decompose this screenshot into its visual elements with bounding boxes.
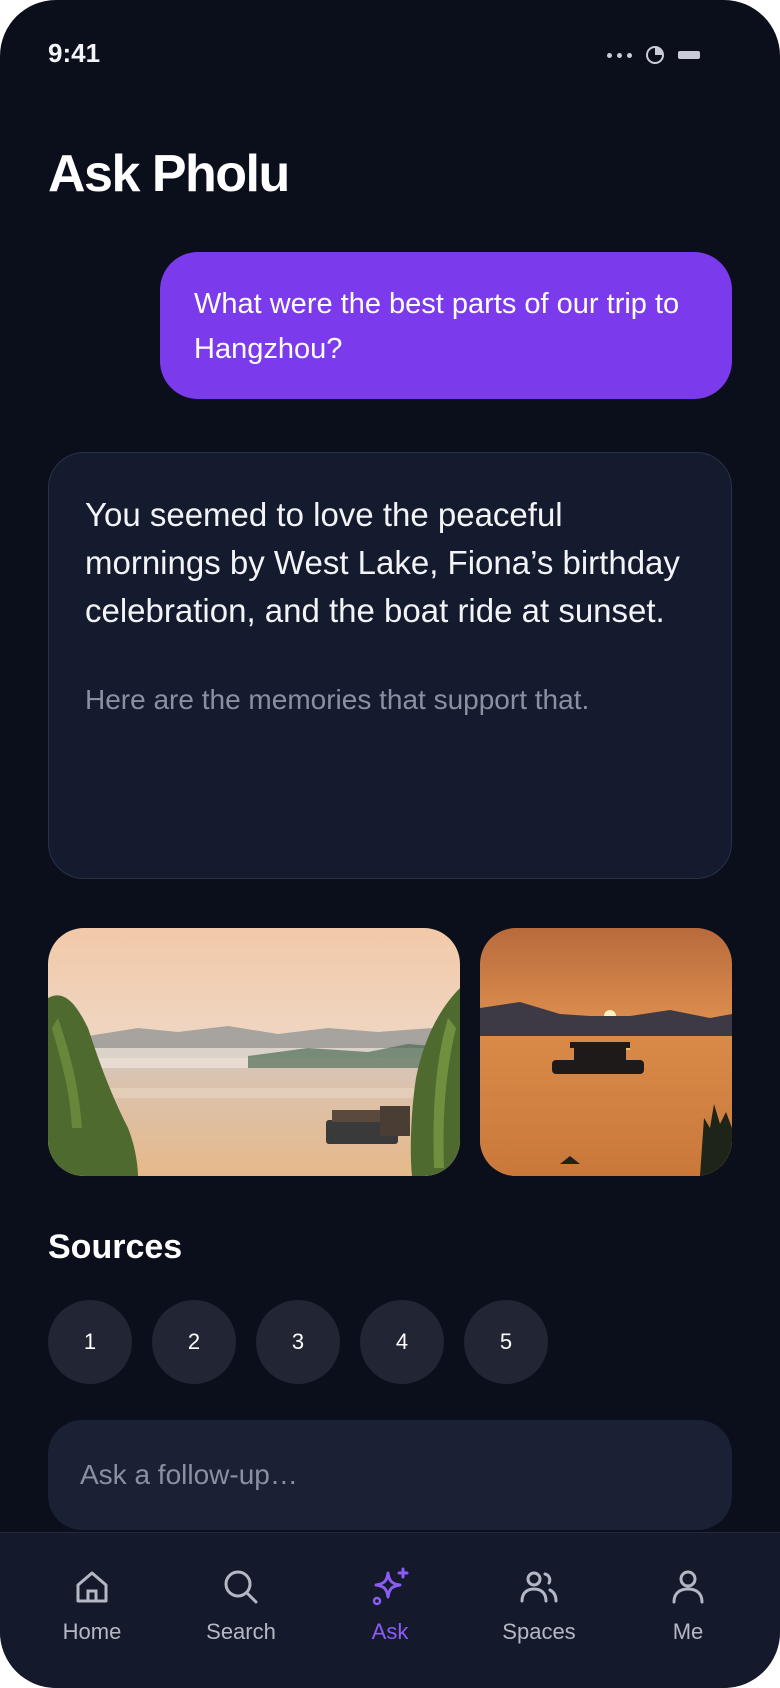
answer-note: Here are the memories that support that. [85,684,590,715]
sunset-boat-photo [480,928,732,1176]
home-icon [76,1571,108,1603]
sources-list: 1 2 3 4 5 [48,1300,548,1384]
status-time: 9:41 [48,38,101,68]
tab-label-ask: Ask [371,1619,409,1644]
more-dots-icon [607,52,632,58]
memory-photo-misty-lake[interactable] [48,928,460,1176]
followup-input[interactable] [80,1459,700,1491]
sparkle-icon [372,1567,409,1606]
search-icon [224,1570,258,1604]
source-chip-1[interactable]: 1 [48,1300,132,1384]
answer-card: You seemed to love the peaceful mornings… [48,452,732,879]
battery-icon [678,51,700,59]
answer-text: You seemed to love the peaceful mornings… [85,496,680,629]
tab-label-search: Search [206,1619,276,1644]
misty-lake-photo [48,928,460,1176]
person-icon [672,1570,704,1604]
followup-field[interactable] [48,1420,732,1530]
source-chip-4[interactable]: 4 [360,1300,444,1384]
tab-search[interactable]: Search [171,1565,311,1645]
tab-bar: Home Search Ask Spaces Me [0,1532,780,1688]
tab-me[interactable]: Me [618,1565,758,1645]
tab-label-home: Home [62,1619,122,1644]
phone-screen: 9:41 Ask Pholu What were the best parts … [0,0,780,1688]
tab-label-me: Me [672,1619,704,1644]
source-chip-2[interactable]: 2 [152,1300,236,1384]
tab-home[interactable]: Home [22,1565,162,1645]
tab-spaces[interactable]: Spaces [469,1565,609,1645]
tab-label-spaces: Spaces [502,1619,576,1644]
focus-pie-icon [646,46,664,64]
sources-title: Sources [48,1228,183,1266]
people-icon [520,1571,558,1603]
status-icons [607,46,700,64]
source-chip-3[interactable]: 3 [256,1300,340,1384]
user-question-bubble: What were the best parts of our trip to … [160,252,732,399]
memory-photo-sunset-boat[interactable] [480,928,732,1176]
page-title: Ask Pholu [48,145,290,203]
user-question-text: What were the best parts of our trip to … [194,288,680,365]
source-chip-5[interactable]: 5 [464,1300,548,1384]
tab-ask[interactable]: Ask [320,1565,460,1645]
